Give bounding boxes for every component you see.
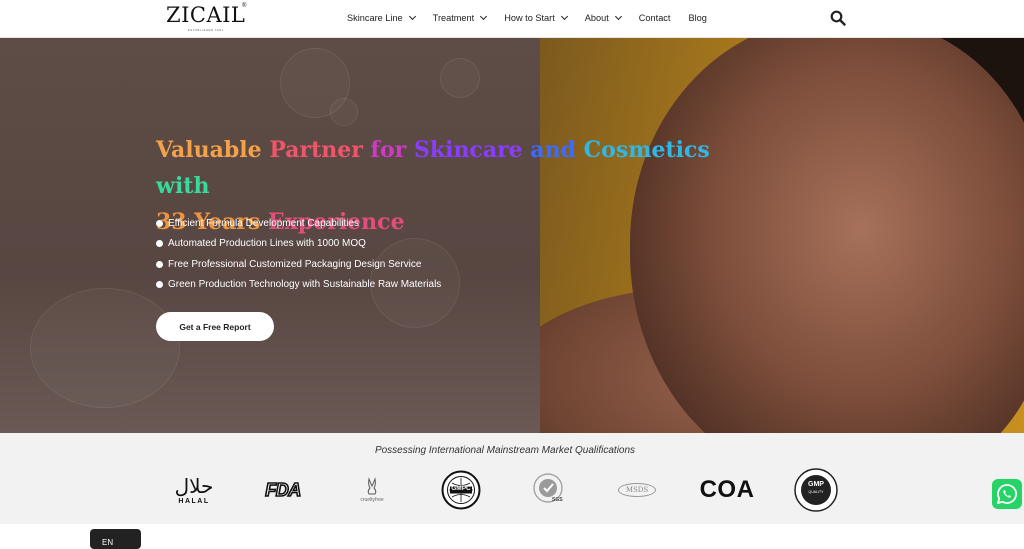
nav-how-to-start[interactable]: How to Start bbox=[504, 12, 568, 23]
rabbit-icon bbox=[367, 477, 377, 495]
page-bottom-strip bbox=[0, 524, 1024, 544]
logo-tagline: ESTABLISHED 1991 bbox=[187, 28, 224, 32]
nav-contact[interactable]: Contact bbox=[639, 13, 671, 23]
site-header: ZICAIL ESTABLISHED 1991 ® Skincare Line … bbox=[0, 0, 1024, 38]
feature-item: Efficient Formula Development Capabiliti… bbox=[156, 213, 441, 234]
bullet-icon bbox=[156, 219, 163, 227]
gmpc-logo: GMPC bbox=[440, 466, 482, 514]
chevron-down-icon bbox=[408, 12, 416, 21]
serum-bubble bbox=[440, 58, 480, 98]
nav-blog[interactable]: Blog bbox=[688, 13, 706, 23]
bullet-icon bbox=[156, 240, 163, 248]
fda-logo: FDA bbox=[264, 479, 302, 501]
search-icon[interactable] bbox=[830, 10, 846, 26]
feature-item: Automated Production Lines with 1000 MOQ bbox=[156, 234, 441, 255]
zicail-logo[interactable]: ZICAIL ESTABLISHED 1991 ® bbox=[166, 3, 247, 35]
language-switcher[interactable]: EN bbox=[90, 529, 141, 549]
serum-bubble bbox=[30, 288, 180, 408]
msds-logo: MSDS bbox=[614, 466, 660, 514]
logo-wordmark: ZICAIL bbox=[166, 3, 246, 27]
gmp-logo: GMP QUALITY bbox=[792, 466, 840, 514]
qualifications-section: Possessing International Mainstream Mark… bbox=[0, 433, 1024, 524]
chevron-down-icon bbox=[614, 12, 622, 21]
whatsapp-button[interactable] bbox=[992, 479, 1022, 509]
chevron-down-icon bbox=[560, 12, 568, 21]
hero-banner: Valuable Partner for Skincare and Cosmet… bbox=[0, 38, 1024, 433]
feature-list: Efficient Formula Development Capabiliti… bbox=[156, 213, 441, 295]
bullet-icon bbox=[156, 281, 163, 289]
chevron-down-icon bbox=[480, 12, 488, 21]
nav-about[interactable]: About bbox=[585, 12, 622, 23]
nav-skincare-line[interactable]: Skincare Line bbox=[347, 12, 416, 23]
bullet-icon bbox=[156, 260, 163, 268]
language-label: EN bbox=[102, 538, 114, 547]
coa-logo: COA bbox=[699, 476, 755, 503]
nav-treatment[interactable]: Treatment bbox=[433, 12, 488, 23]
sgs-logo: SGS bbox=[530, 466, 570, 514]
serum-bubble bbox=[330, 98, 358, 126]
whatsapp-icon bbox=[996, 484, 1017, 505]
main-nav: Skincare Line Treatment How to Start Abo… bbox=[347, 0, 725, 36]
halal-logo: حلال HALAL bbox=[174, 473, 214, 505]
cruelty-free-logo: crueltyfree bbox=[356, 466, 388, 514]
feature-item: Free Professional Customized Packaging D… bbox=[156, 254, 441, 275]
registered-mark: ® bbox=[242, 3, 247, 9]
feature-item: Green Production Technology with Sustain… bbox=[156, 275, 441, 296]
qualifications-title: Possessing International Mainstream Mark… bbox=[374, 445, 636, 456]
get-free-report-button[interactable]: Get a Free Report bbox=[156, 312, 274, 341]
